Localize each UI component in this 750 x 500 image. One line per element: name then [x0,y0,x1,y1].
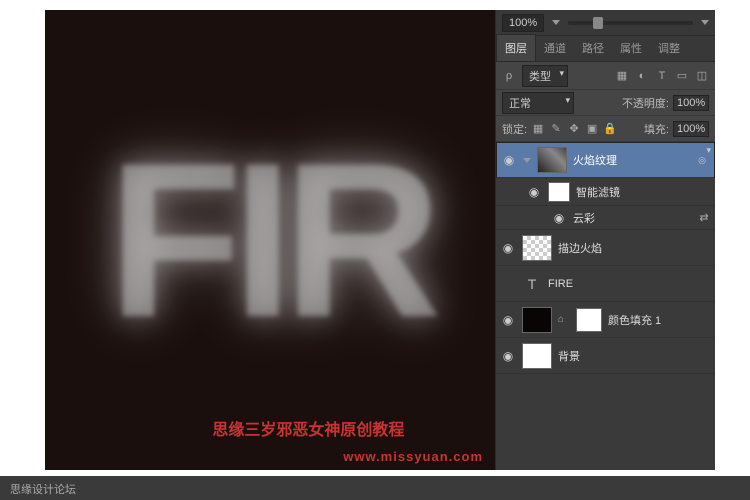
layer-thumb[interactable] [522,307,552,333]
layer-name: 云彩 [573,210,691,226]
search-icon[interactable]: ρ [502,69,516,83]
layer-name[interactable]: FIRE [548,278,711,290]
tab-adjustments[interactable]: 调整 [650,35,688,61]
tab-paths[interactable]: 路径 [574,35,612,61]
layer-background[interactable]: ◉ 背景 [496,338,715,374]
filter-type-icon[interactable]: T [655,69,669,83]
mask-thumb[interactable] [576,308,602,332]
lock-row: 锁定: ▦ ✎ ✥ ▣ 🔒 填充: 100% [496,116,715,142]
fill-label: 填充: [644,121,669,137]
layer-thumb[interactable] [522,343,552,369]
tab-properties[interactable]: 属性 [612,35,650,61]
smart-object-icon: ◎ [698,155,710,166]
watermark-text: 思缘三岁邪恶女神原创教程 [212,416,404,440]
filter-type-select[interactable]: 类型 [522,65,568,87]
layer-thumb[interactable] [522,235,552,261]
layer-clouds-filter[interactable]: ◉ 云彩 ⇄ [496,206,715,230]
lock-pixels-icon[interactable]: ▦ [531,122,545,136]
blend-mode-select[interactable]: 正常 [502,92,574,114]
footer-bar: 思缘设计论坛 [0,476,750,500]
zoom-slider[interactable] [568,21,693,25]
tab-channels[interactable]: 通道 [536,35,574,61]
layer-filter-row: ρ 类型 ▦ ◐ T ▭ ◫ [496,62,715,90]
footer-text: 思缘设计论坛 [10,484,76,496]
filter-smart-icon[interactable]: ◫ [695,69,709,83]
lock-position-icon[interactable]: ✥ [567,122,581,136]
layer-stroke-fire[interactable]: ◉ 描边火焰 [496,230,715,266]
layer-name[interactable]: 背景 [558,348,711,364]
lock-label: 锁定: [502,121,527,137]
zoom-dropdown-icon[interactable] [552,20,560,25]
layers-panel: 100% 图层 通道 路径 属性 调整 ρ 类型 ▦ ◐ T ▭ ◫ 正常 不透… [495,10,715,470]
link-icon[interactable]: ⌂ [558,314,570,325]
zoom-bar: 100% [496,10,715,36]
filter-shape-icon[interactable]: ▭ [675,69,689,83]
visibility-icon[interactable]: ◉ [500,313,516,327]
layer-smart-filters[interactable]: ◉ 智能滤镜 [496,178,715,206]
app-frame: FIR 思缘三岁邪恶女神原创教程 www.missyuan.com 100% 图… [45,10,715,470]
filter-options-icon[interactable]: ⇄ [697,211,711,225]
lock-brush-icon[interactable]: ✎ [549,122,563,136]
layer-fire-text[interactable]: ◉ T FIRE [496,266,715,302]
layer-name: 智能滤镜 [576,184,711,200]
filter-image-icon[interactable]: ▦ [615,69,629,83]
panel-tabs: 图层 通道 路径 属性 调整 [496,36,715,62]
visibility-icon[interactable]: ◉ [551,211,567,225]
visibility-icon[interactable]: ◉ [500,241,516,255]
type-layer-icon: T [522,276,542,292]
fill-value[interactable]: 100% [673,121,709,137]
expand-icon[interactable] [523,158,531,163]
zoom-max-icon[interactable] [701,20,709,25]
visibility-icon[interactable]: ◉ [500,349,516,363]
layer-fire-texture[interactable]: ◉ 火焰纹理 ◎ [496,142,715,178]
layer-color-fill[interactable]: ◉ ⌂ 颜色填充 1 [496,302,715,338]
filter-mask-thumb[interactable] [548,182,570,202]
blend-row: 正常 不透明度: 100% [496,90,715,116]
canvas-fire-text: FIR [108,114,432,367]
document-canvas[interactable]: FIR 思缘三岁邪恶女神原创教程 www.missyuan.com [45,10,495,470]
layer-name[interactable]: 颜色填充 1 [608,312,711,328]
zoom-value[interactable]: 100% [502,14,544,32]
layers-list: ◉ 火焰纹理 ◎ ◉ 智能滤镜 ◉ 云彩 ⇄ ◉ 描边火焰 [496,142,715,470]
watermark-url: www.missyuan.com [343,449,483,464]
visibility-icon[interactable]: ◉ [526,185,542,199]
tab-layers[interactable]: 图层 [496,34,536,61]
zoom-handle[interactable] [593,17,603,29]
layer-name[interactable]: 描边火焰 [558,240,711,256]
lock-all-icon[interactable]: 🔒 [603,122,617,136]
filter-adjust-icon[interactable]: ◐ [635,69,649,83]
opacity-value[interactable]: 100% [673,95,709,111]
layer-name[interactable]: 火焰纹理 [573,152,692,168]
layer-thumb[interactable] [537,147,567,173]
lock-artboard-icon[interactable]: ▣ [585,122,599,136]
visibility-icon[interactable]: ◉ [501,153,517,167]
opacity-label: 不透明度: [622,95,669,111]
